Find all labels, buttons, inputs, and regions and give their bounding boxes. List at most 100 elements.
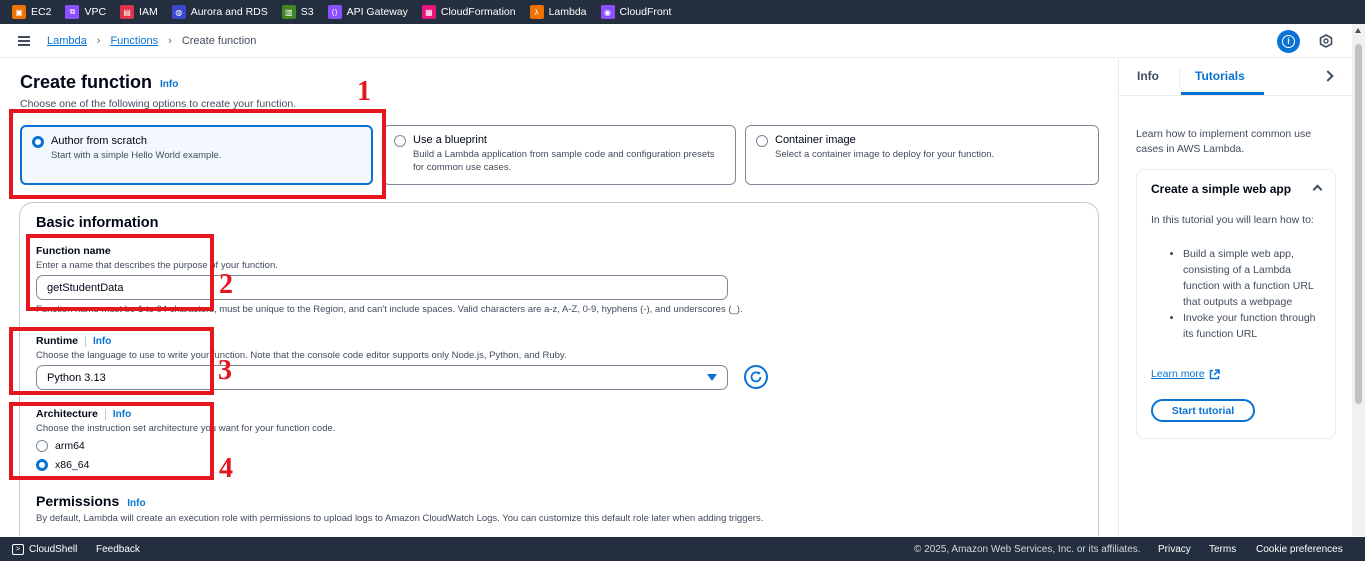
radio-use-blueprint[interactable] [394,135,406,147]
settings-hex-icon[interactable] [1319,34,1333,48]
tab-tutorials[interactable]: Tutorials [1195,69,1245,83]
annotation-number-4: 4 [219,453,233,484]
tutorial-body: In this tutorial you will learn how to: [1151,214,1314,226]
breadcrumb-current: Create function [181,35,257,47]
runtime-info-link[interactable]: Info [93,336,111,347]
ec2-icon: ▣ [12,5,26,19]
favorite-label: S3 [300,6,314,18]
favorite-label: API Gateway [346,6,408,18]
chevron-right-icon: › [96,35,101,47]
privacy-link[interactable]: Privacy [1158,544,1191,555]
favorite-iam[interactable]: ▤ IAM [120,5,158,19]
favorite-cloudfront[interactable]: ◉ CloudFront [600,5,672,19]
function-name-constraint: Function name must be 1 to 64 characters… [36,304,743,315]
s3-icon: ▥ [281,5,296,19]
menu-icon[interactable] [18,36,30,46]
main-content: Create function Info Choose one of the f… [0,58,1118,536]
cloudformation-icon: ▦ [421,5,436,19]
refresh-icon [750,371,762,383]
tutorial-title: Create a simple web app [1151,182,1292,196]
refresh-runtime-button[interactable] [744,365,768,389]
chevron-right-icon[interactable] [1322,70,1334,82]
favorite-ec2[interactable]: ▣ EC2 [12,5,51,19]
favorite-label: EC2 [31,6,52,18]
architecture-info-link[interactable]: Info [113,409,131,420]
favorite-label: CloudFront [619,6,672,18]
option-container-image[interactable]: Container image Select a container image… [745,125,1099,185]
permissions-title: Permissions Info [36,493,146,509]
feedback-link[interactable]: Feedback [96,544,140,555]
function-name-input[interactable]: getStudentData [36,275,728,300]
learn-more-text: Learn more [1151,368,1205,380]
favorite-aurora-and-rds[interactable]: ◍ Aurora and RDS [171,5,268,19]
radio-x86-64[interactable] [36,459,48,471]
breadcrumb-functions[interactable]: Functions [110,35,158,47]
api-gateway-icon: ⟨⟩ [327,5,342,19]
external-link-icon [1209,368,1220,379]
favorite-lambda[interactable]: λ Lambda [529,5,587,19]
vpc-icon: ⧉ [65,5,80,19]
radio-author-from-scratch[interactable] [32,136,44,148]
favorite-label: VPC [84,6,107,18]
divider [85,335,86,347]
tools-panel: Info Tutorials Learn how to implement co… [1118,58,1353,536]
option-use-blueprint[interactable]: Use a blueprint Build a Lambda applicati… [383,125,736,185]
chevron-right-icon: › [168,35,172,47]
option-title: Author from scratch [51,135,147,147]
scrollbar-thumb[interactable] [1355,44,1362,404]
rds-icon: ◍ [171,5,186,19]
tools-tabs: Info Tutorials [1119,58,1353,96]
terminal-icon: > [12,543,24,555]
list-item: Build a simple web app, consisting of a … [1183,246,1323,310]
cloudshell-label: CloudShell [29,543,78,555]
divider [104,408,106,420]
architecture-desc: Choose the instruction set architecture … [36,423,336,434]
cloudshell-button[interactable]: > CloudShell [12,543,78,555]
breadcrumb-lambda[interactable]: Lambda [47,35,87,47]
runtime-desc: Choose the language to use to write your… [36,350,567,361]
function-name-desc: Enter a name that describes the purpose … [36,260,278,271]
info-icon: i [1282,35,1295,48]
tools-intro: Learn how to implement common use cases … [1136,128,1312,155]
favorite-vpc[interactable]: ⧉ VPC [65,5,106,19]
breadcrumb: Lambda › Functions › Create function [47,35,256,47]
start-tutorial-button[interactable]: Start tutorial [1151,399,1255,422]
radio-container-image[interactable] [756,135,768,147]
favorites-bar: ▣ EC2 ⧉ VPC ▤ IAM ◍ Aurora and RDS ▥ S3 ⟨⟩ API Gate… [0,0,1365,24]
function-name-label-text: Function name [36,245,111,257]
info-panel-button[interactable]: i [1277,30,1300,53]
radio-arm64[interactable] [36,440,48,452]
iam-icon: ▤ [120,5,135,19]
arch-option-arm64[interactable]: arm64 [36,440,85,452]
scroll-up-icon[interactable] [1355,28,1361,33]
architecture-label: Architecture Info [36,408,131,420]
arch-option-x86[interactable]: x86_64 [36,459,89,471]
list-item: Invoke your function through its functio… [1183,310,1323,342]
chevron-up-icon[interactable] [1312,184,1323,195]
favorite-cloudformation[interactable]: ▦ CloudFormation [421,5,516,19]
page-description: Choose one of the following options to c… [20,98,297,110]
basic-info-title: Basic information [36,215,159,231]
learn-more-link[interactable]: Learn more [1151,368,1220,380]
arch-option-label: x86_64 [55,459,90,471]
cookie-preferences-link[interactable]: Cookie preferences [1256,544,1343,555]
tab-info[interactable]: Info [1137,69,1159,83]
permissions-title-text: Permissions [36,493,120,509]
breadcrumb-bar: Lambda › Functions › Create function i [0,24,1352,58]
title-info-link[interactable]: Info [160,79,178,90]
option-desc: Start with a simple Hello World example. [51,150,222,161]
favorite-s3[interactable]: ▥ S3 [281,5,314,19]
option-author-from-scratch[interactable]: Author from scratch Start with a simple … [20,125,373,185]
page-scrollbar[interactable] [1352,24,1365,536]
runtime-label-text: Runtime [36,335,78,347]
terms-link[interactable]: Terms [1209,544,1236,555]
option-title: Use a blueprint [413,134,487,146]
option-title: Container image [775,134,856,146]
favorite-api-gateway[interactable]: ⟨⟩ API Gateway [327,5,408,19]
function-name-label: Function name [36,245,111,257]
arch-option-label: arm64 [55,440,85,452]
annotation-number-2: 2 [219,269,233,300]
permissions-info-link[interactable]: Info [127,498,145,509]
runtime-select[interactable]: Python 3.13 [36,365,728,390]
favorite-label: Aurora and RDS [190,6,268,18]
